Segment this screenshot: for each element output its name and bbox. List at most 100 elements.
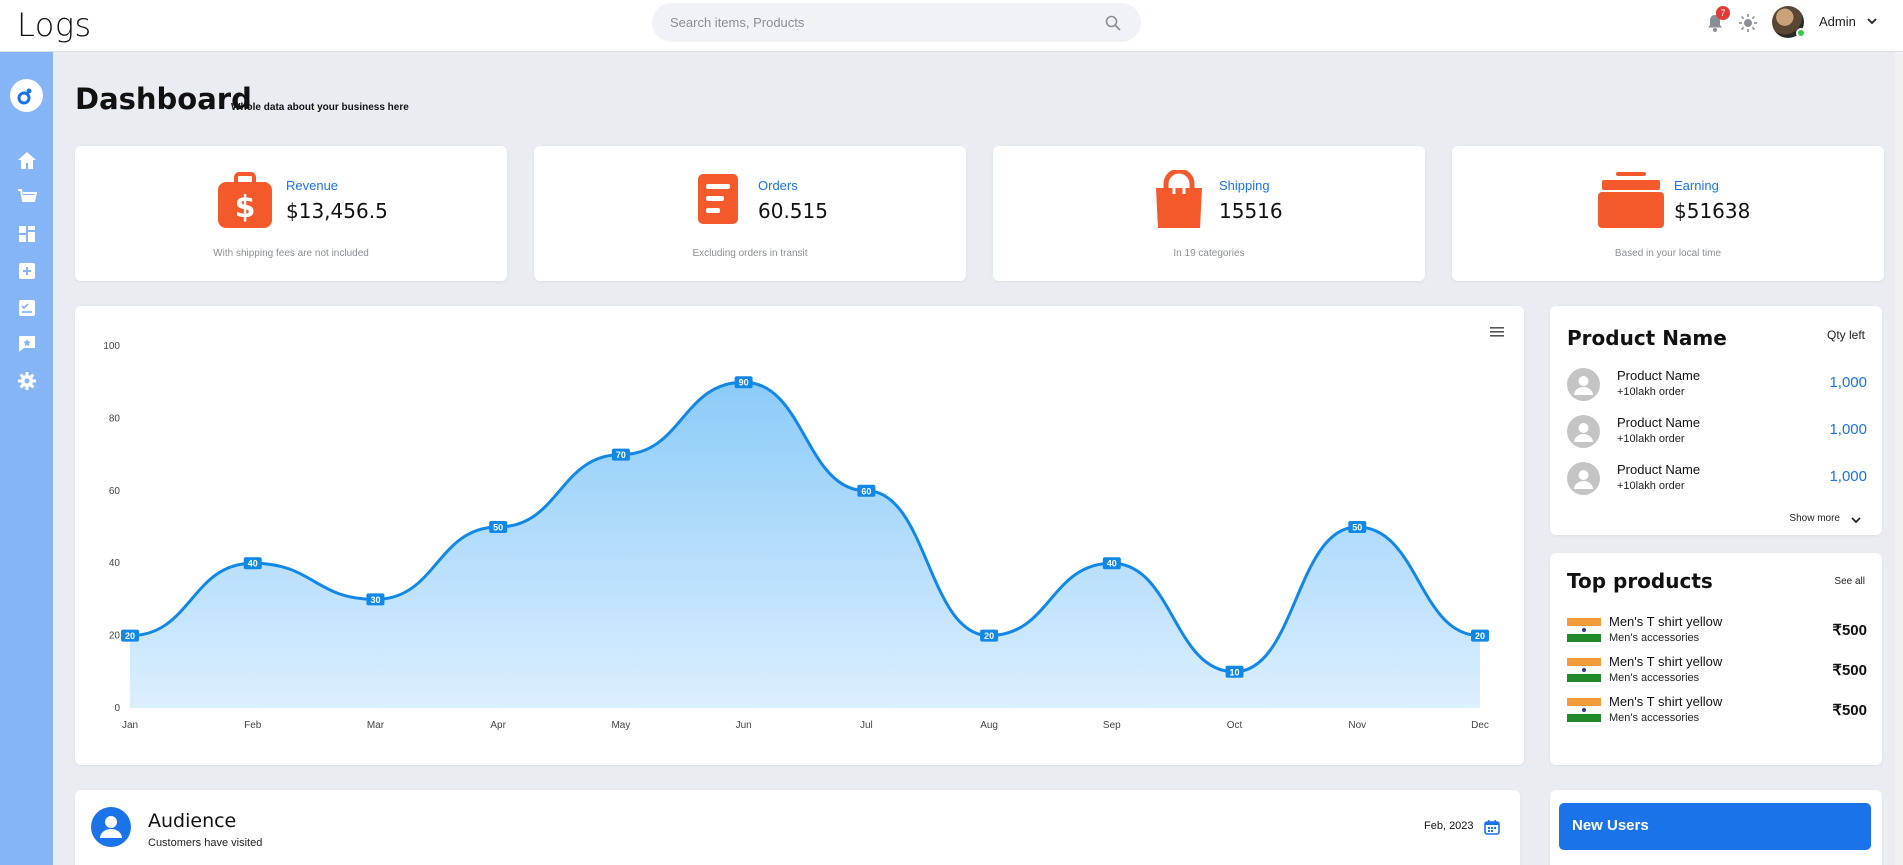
- top-products-card: Top products See all Men's T shirt yello…: [1550, 553, 1882, 765]
- top-product-price: ₹500: [1832, 702, 1867, 719]
- y-tick-label: 0: [114, 703, 120, 714]
- india-flag-icon: [1567, 658, 1601, 682]
- calendar-icon[interactable]: [1484, 819, 1500, 835]
- search-bar[interactable]: [652, 3, 1141, 42]
- product-avatar-icon: [1567, 462, 1600, 495]
- audience-date[interactable]: Feb, 2023: [1424, 820, 1474, 832]
- top-product-row[interactable]: Men's T shirt yellow Men's accessories ₹…: [1567, 614, 1867, 650]
- data-label: 30: [370, 595, 380, 605]
- x-tick-label: May: [611, 720, 630, 731]
- product-orders: +10lakh order: [1617, 386, 1685, 398]
- x-tick-label: Sep: [1103, 720, 1121, 731]
- product-name: Product Name: [1617, 415, 1701, 430]
- product-qty: 1,000: [1829, 468, 1867, 485]
- page-title: Dashboard: [75, 82, 252, 116]
- stat-label: Orders: [758, 178, 798, 193]
- search-input[interactable]: [670, 3, 1090, 42]
- area-fill: [130, 382, 1480, 708]
- stat-card-revenue[interactable]: $ Revenue $13,456.5 With shipping fees a…: [75, 146, 507, 281]
- page-scrollbar[interactable]: [1895, 52, 1903, 865]
- audience-card: Audience Customers have visited Feb, 202…: [75, 790, 1520, 865]
- chevron-down-icon[interactable]: [1866, 15, 1878, 27]
- x-tick-label: Jan: [122, 720, 138, 731]
- india-flag-icon: [1567, 698, 1601, 722]
- user-icon: [91, 807, 131, 847]
- cart-icon[interactable]: [16, 186, 38, 208]
- x-tick-label: Feb: [244, 720, 262, 731]
- india-flag-icon: [1567, 618, 1601, 642]
- search-icon[interactable]: [1105, 15, 1121, 31]
- sidebar: [0, 52, 53, 865]
- x-tick-label: Nov: [1348, 720, 1366, 731]
- stat-note: Excluding orders in transit: [692, 248, 808, 259]
- top-product-name: Men's T shirt yellow: [1609, 654, 1723, 669]
- y-tick-label: 20: [109, 631, 121, 642]
- review-icon[interactable]: [16, 333, 38, 355]
- audience-title: Audience: [148, 810, 237, 832]
- product-orders: +10lakh order: [1617, 480, 1685, 492]
- app-logo[interactable]: Logs: [17, 6, 92, 44]
- chevron-down-icon[interactable]: [1850, 514, 1862, 526]
- add-box-icon[interactable]: [16, 260, 38, 282]
- y-tick-label: 100: [103, 341, 120, 352]
- top-product-category: Men's accessories: [1609, 712, 1700, 724]
- stat-value: $51638: [1674, 199, 1751, 223]
- product-qty: 1,000: [1829, 374, 1867, 391]
- data-label: 40: [1107, 559, 1117, 569]
- theme-toggle-icon[interactable]: [1738, 13, 1758, 33]
- product-orders: +10lakh order: [1617, 433, 1685, 445]
- product-name: Product Name: [1617, 462, 1701, 477]
- show-more-link[interactable]: Show more: [1789, 513, 1840, 524]
- top-product-row[interactable]: Men's T shirt yellow Men's accessories ₹…: [1567, 654, 1867, 690]
- stat-value: 60.515: [758, 199, 828, 223]
- stat-card-shipping[interactable]: Shipping 15516 In 19 categories: [993, 146, 1425, 281]
- stat-note: With shipping fees are not included: [213, 248, 369, 259]
- data-label: 60: [861, 486, 871, 496]
- stat-card-orders[interactable]: Orders 60.515 Excluding orders in transi…: [534, 146, 966, 281]
- y-tick-label: 60: [109, 486, 121, 497]
- stat-note: In 19 categories: [1173, 248, 1245, 259]
- top-product-price: ₹500: [1832, 622, 1867, 639]
- product-list-title: Product Name: [1567, 326, 1727, 350]
- x-tick-label: Oct: [1227, 720, 1243, 731]
- product-row[interactable]: Product Name +10lakh order 1,000: [1567, 460, 1867, 500]
- qty-left-header: Qty left: [1826, 328, 1865, 342]
- x-tick-label: Mar: [367, 720, 385, 731]
- user-name[interactable]: Admin: [1819, 14, 1856, 29]
- x-tick-label: Aug: [980, 720, 998, 731]
- product-avatar-icon: [1567, 368, 1600, 401]
- home-icon[interactable]: [16, 150, 38, 172]
- top-product-row[interactable]: Men's T shirt yellow Men's accessories ₹…: [1567, 694, 1867, 730]
- stat-value: $13,456.5: [286, 199, 388, 223]
- y-tick-label: 40: [109, 558, 121, 569]
- svg-text:$: $: [235, 190, 256, 225]
- product-avatar-icon: [1567, 415, 1600, 448]
- notification-count-badge: 7: [1716, 6, 1730, 20]
- audience-subtitle: Customers have visited: [148, 837, 263, 849]
- y-tick-label: 80: [109, 413, 121, 424]
- stat-label: Earning: [1674, 178, 1719, 193]
- top-products-title: Top products: [1567, 569, 1713, 593]
- briefcase-icon: [1598, 172, 1664, 228]
- sales-chart-card: 0 20 40 60 80 100 Jan Feb Mar Apr May Jun Jul Aug Sep O…: [75, 306, 1524, 765]
- top-product-name: Men's T shirt yellow: [1609, 614, 1723, 629]
- data-label: 20: [125, 631, 135, 641]
- grid-icon[interactable]: [16, 223, 38, 245]
- data-label: 10: [1230, 667, 1240, 677]
- product-row[interactable]: Product Name +10lakh order 1,000: [1567, 413, 1867, 453]
- stat-card-earning[interactable]: Earning $51638 Based in your local time: [1452, 146, 1884, 281]
- shopping-bag-icon: [1156, 170, 1202, 228]
- top-product-price: ₹500: [1832, 662, 1867, 679]
- top-bar: Logs 7 Admin: [0, 0, 1903, 52]
- checklist-icon[interactable]: [16, 297, 38, 319]
- data-label: 50: [1352, 523, 1362, 533]
- product-row[interactable]: Product Name +10lakh order 1,000: [1567, 366, 1867, 406]
- new-users-card: New Users: [1550, 790, 1882, 865]
- brand-logo-icon[interactable]: [10, 79, 43, 112]
- new-users-button[interactable]: New Users: [1559, 803, 1871, 850]
- data-label: 40: [248, 559, 258, 569]
- settings-icon[interactable]: [16, 370, 38, 392]
- see-all-link[interactable]: See all: [1834, 576, 1865, 587]
- top-product-category: Men's accessories: [1609, 632, 1700, 644]
- top-product-category: Men's accessories: [1609, 672, 1700, 684]
